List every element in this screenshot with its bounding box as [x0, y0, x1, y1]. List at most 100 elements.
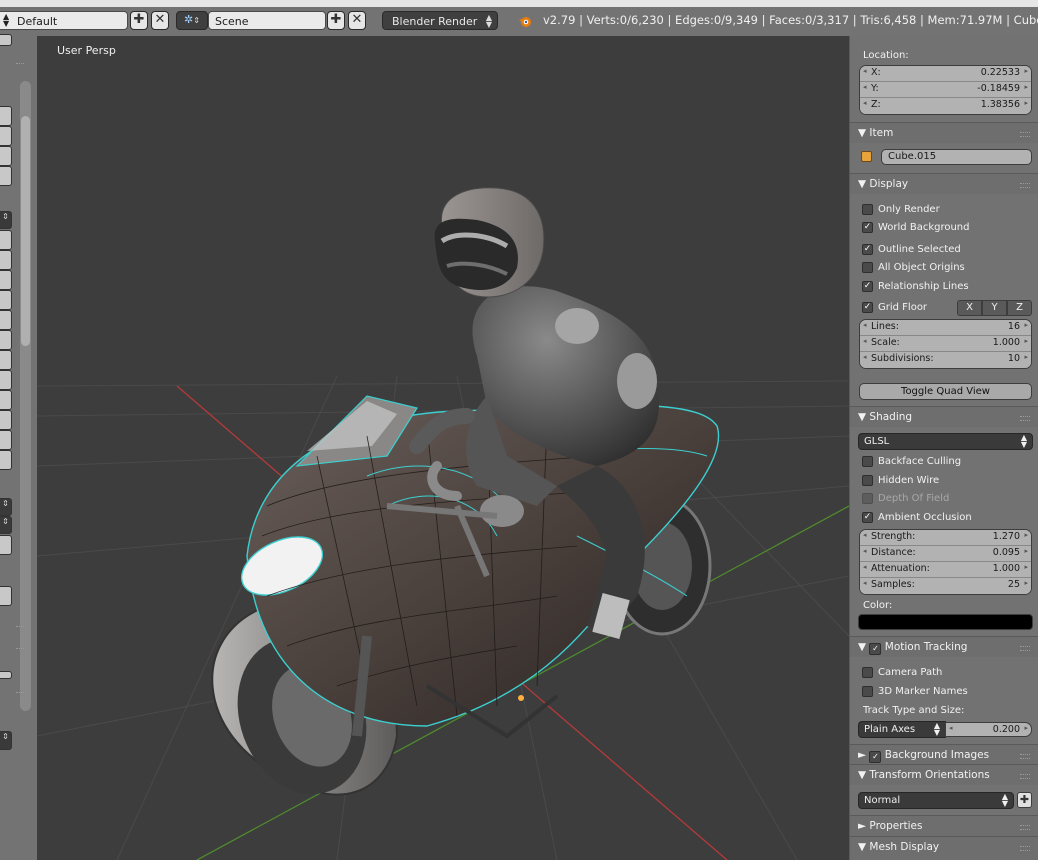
add-scene-button[interactable]: ✚	[327, 11, 345, 30]
properties-panel-header[interactable]: ► Properties	[850, 815, 1038, 836]
scene-selector[interactable]: Scene	[208, 11, 326, 30]
scene-browse-button[interactable]: ✲⇕	[176, 11, 208, 30]
location-z-field[interactable]: ◂ Z: 1.38356 ▸	[860, 98, 1031, 114]
transform-orientations-panel-header[interactable]: ▼ Transform Orientations	[850, 764, 1038, 785]
tool-button[interactable]	[0, 106, 12, 126]
properties-region: Location: ◂ X: 0.22533 ▸ ◂ Y: -0.18459 ▸…	[849, 36, 1038, 860]
tool-button[interactable]	[0, 270, 12, 290]
camera-path-checkbox[interactable]	[862, 667, 873, 678]
tool-button[interactable]	[0, 410, 12, 430]
relationship-lines-checkbox[interactable]: ✓	[862, 281, 873, 292]
drag-handle-icon[interactable]	[1020, 416, 1030, 421]
tool-button[interactable]	[0, 671, 12, 679]
all-object-origins-checkbox[interactable]	[862, 262, 873, 273]
object-icon	[861, 151, 872, 162]
ambient-occlusion-checkbox[interactable]: ✓	[862, 512, 873, 523]
remove-scene-button[interactable]: ✕	[348, 11, 366, 30]
drag-handle-icon[interactable]	[1020, 183, 1030, 188]
location-label: Location:	[863, 50, 909, 61]
ao-strength-field[interactable]: ◂ Strength: 1.270 ▸	[860, 530, 1031, 546]
info-header: ▲ ▼ Default ✚ ✕ ✲⇕ Scene ✚ ✕ Blender Rend…	[0, 0, 1038, 36]
track-size-field[interactable]: ◂ 0.200 ▸	[945, 722, 1032, 737]
toggle-quad-view-button[interactable]: Toggle Quad View	[859, 383, 1032, 400]
tool-dropdown[interactable]: ⇕	[0, 516, 12, 534]
ao-distance-field[interactable]: ◂ Distance: 0.095 ▸	[860, 546, 1031, 562]
field-label: Lines:	[871, 321, 899, 332]
left-arrow-icon: ◂	[863, 337, 867, 345]
operator-dropdown[interactable]: ⇕	[0, 731, 12, 750]
tool-button[interactable]	[0, 146, 12, 166]
depth-of-field-checkbox[interactable]	[862, 493, 873, 504]
drag-handle-icon[interactable]	[1020, 825, 1030, 830]
tool-button[interactable]	[0, 330, 12, 350]
world-background-checkbox[interactable]: ✓	[862, 222, 873, 233]
grid-subdivisions-field[interactable]: ◂ Subdivisions: 10 ▸	[860, 352, 1031, 368]
3d-viewport[interactable]: User Persp	[37, 36, 849, 860]
tool-button[interactable]	[0, 430, 12, 450]
tool-dropdown[interactable]: ⇕	[0, 211, 12, 229]
drag-handle-icon[interactable]	[1020, 754, 1030, 759]
tool-button[interactable]	[0, 34, 12, 46]
drag-handle-icon[interactable]	[1020, 132, 1030, 137]
tool-button[interactable]	[0, 390, 12, 410]
tool-dropdown[interactable]: ⇕	[0, 498, 12, 516]
track-type-dropdown[interactable]: Plain Axes ▲ ▼	[858, 721, 946, 738]
motion-tracking-checkbox[interactable]: ✓	[869, 643, 882, 655]
backface-culling-checkbox[interactable]	[862, 456, 873, 467]
right-arrow-icon: ▸	[1024, 353, 1028, 361]
field-label: Attenuation:	[871, 563, 930, 574]
orientation-dropdown[interactable]: Normal ▲ ▼	[858, 792, 1014, 809]
tool-shelf-scroll-thumb[interactable]	[21, 116, 30, 346]
background-images-panel-header[interactable]: ► ✓ Background Images	[850, 744, 1038, 765]
only-render-checkbox[interactable]	[862, 204, 873, 215]
shading-panel-header[interactable]: ▼ Shading	[850, 406, 1038, 427]
location-x-field[interactable]: ◂ X: 0.22533 ▸	[860, 66, 1031, 82]
ao-color-swatch[interactable]	[858, 614, 1033, 630]
marker-names-checkbox[interactable]	[862, 686, 873, 697]
screen-layout-selector[interactable]: ▲ ▼ Default	[0, 11, 128, 30]
grid-axis-z-toggle[interactable]: Z	[1007, 300, 1032, 316]
tool-shelf: ⇕ ⇕ ⇕ ⇕	[0, 34, 37, 860]
tool-button[interactable]	[0, 290, 12, 310]
grid-scale-field[interactable]: ◂ Scale: 1.000 ▸	[860, 336, 1031, 352]
object-name-field[interactable]: Cube.015	[881, 149, 1032, 165]
tool-button[interactable]	[0, 230, 12, 250]
location-y-field[interactable]: ◂ Y: -0.18459 ▸	[860, 82, 1031, 98]
add-screen-button[interactable]: ✚	[130, 11, 148, 30]
tool-button[interactable]	[0, 350, 12, 370]
left-arrow-icon: ◂	[863, 547, 867, 555]
tool-button[interactable]	[0, 586, 12, 606]
tool-button[interactable]	[0, 166, 12, 186]
drag-handle-icon[interactable]	[1020, 646, 1030, 651]
field-label: Subdivisions:	[871, 353, 934, 364]
backface-culling-label: Backface Culling	[878, 456, 962, 467]
depth-of-field-label: Depth Of Field	[878, 493, 950, 504]
ao-attenuation-field[interactable]: ◂ Attenuation: 1.000 ▸	[860, 562, 1031, 578]
motion-tracking-panel-header[interactable]: ▼ ✓ Motion Tracking	[850, 636, 1038, 657]
mesh-display-panel-header[interactable]: ▼ Mesh Display	[850, 836, 1038, 860]
left-arrow-icon: ◂	[863, 563, 867, 571]
drag-handle-icon[interactable]	[1020, 846, 1030, 851]
tool-button[interactable]	[0, 535, 12, 555]
grid-floor-checkbox[interactable]: ✓	[862, 302, 873, 313]
shading-mode-dropdown[interactable]: GLSL ▲ ▼	[858, 433, 1033, 450]
tool-button[interactable]	[0, 250, 12, 270]
display-panel-header[interactable]: ▼ Display	[850, 173, 1038, 194]
background-images-checkbox[interactable]: ✓	[869, 751, 882, 763]
ao-samples-field[interactable]: ◂ Samples: 25 ▸	[860, 578, 1031, 594]
tool-button[interactable]	[0, 450, 12, 470]
outline-selected-checkbox[interactable]: ✓	[862, 244, 873, 255]
grid-axis-y-toggle[interactable]: Y	[982, 300, 1007, 316]
tool-button[interactable]	[0, 370, 12, 390]
drag-handle-icon[interactable]	[1020, 774, 1030, 779]
hidden-wire-checkbox[interactable]	[862, 475, 873, 486]
tool-button[interactable]	[0, 310, 12, 330]
grid-lines-field[interactable]: ◂ Lines: 16 ▸	[860, 320, 1031, 336]
item-panel-header[interactable]: ▼ Item	[850, 122, 1038, 143]
add-orientation-button[interactable]: ✚	[1017, 792, 1032, 808]
remove-screen-button[interactable]: ✕	[151, 11, 169, 30]
tool-button[interactable]	[0, 126, 12, 146]
grid-axis-x-toggle[interactable]: X	[957, 300, 982, 316]
right-arrow-icon: ▸	[1024, 99, 1028, 107]
render-engine-selector[interactable]: Blender Render ▲ ▼	[382, 11, 498, 30]
